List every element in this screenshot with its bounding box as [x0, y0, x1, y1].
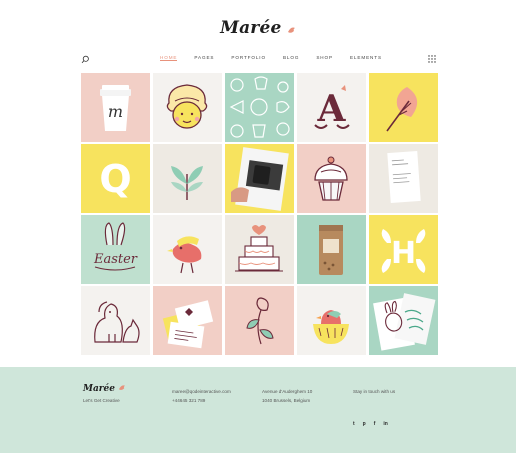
bird-wave-illustration	[167, 236, 202, 274]
main-navigation: HOME PAGES PORTFOLIO BLOG SHOP ELEMENTS	[0, 54, 516, 66]
letter-a-glyph: A	[317, 88, 347, 130]
footer-social-heading: Stay in touch with us	[353, 389, 396, 394]
cupcake-illustration	[314, 156, 348, 201]
footer-phone[interactable]: +44645 321 789	[172, 396, 231, 405]
letter-q-illustration: Q	[99, 157, 131, 201]
coffee-bag-illustration	[319, 225, 343, 275]
footer-address: Avenue d'Auderghem 10 1040 Brussels, Bel…	[262, 387, 312, 405]
pinterest-icon[interactable]: p	[363, 421, 366, 427]
menu-item-portfolio[interactable]: PORTFOLIO	[231, 55, 266, 61]
gallery-tile-coffee-bag[interactable]	[297, 215, 366, 284]
gallery-tile-plant[interactable]	[153, 144, 222, 213]
coffee-cup-illustration: m	[100, 85, 131, 131]
menu-item-shop[interactable]: SHOP	[316, 55, 333, 61]
gallery-tile-leaf[interactable]	[369, 73, 438, 142]
leaf-illustration	[386, 87, 418, 132]
menu-item-pages[interactable]: PAGES	[194, 55, 214, 61]
photo-mug-illustration	[231, 147, 289, 211]
footer-address-line1: Avenue d'Auderghem 10	[262, 389, 313, 394]
letter-h-glyph: H	[391, 236, 416, 271]
gallery-tile-flower-line[interactable]	[225, 286, 294, 355]
facebook-icon[interactable]: f	[374, 421, 376, 427]
gallery-tile-letter-h[interactable]: H	[369, 215, 438, 284]
easter-text: Easter	[93, 252, 138, 267]
menu-item-elements[interactable]: ELEMENTS	[350, 55, 382, 61]
shell-icon	[287, 27, 295, 33]
wedding-cake-illustration	[235, 225, 283, 272]
menu-item-home[interactable]: HOME	[160, 55, 178, 61]
site-footer: Marée Let's Get Creative maree@qodeinter…	[0, 367, 516, 453]
gallery-tile-cupcake[interactable]	[297, 144, 366, 213]
footer-logo[interactable]: Marée	[83, 384, 126, 394]
cup-letter: m	[108, 102, 123, 121]
gallery-tile-bunny-card[interactable]	[369, 286, 438, 355]
footer-social-title: Stay in touch with us	[353, 387, 395, 396]
linkedin-icon[interactable]: in	[383, 421, 387, 427]
menu: HOME PAGES PORTFOLIO BLOG SHOP ELEMENTS	[160, 55, 399, 61]
portfolio-gallery: m A Q Easter H	[81, 73, 438, 355]
gallery-tile-bird-cup[interactable]	[297, 286, 366, 355]
gallery-tile-letter-q[interactable]: Q	[81, 144, 150, 213]
easter-bunny-illustration: Easter	[93, 222, 138, 271]
footer-tagline: Let's Get Creative	[83, 398, 120, 403]
menu-item-blog[interactable]: BLOG	[283, 55, 299, 61]
gallery-tile-girl-face[interactable]	[153, 73, 222, 142]
business-card-illustration	[387, 151, 421, 203]
letter-h-illustration: H	[381, 229, 426, 273]
gallery-tile-letter-a[interactable]: A	[297, 73, 366, 142]
plant-illustration	[171, 166, 203, 200]
gallery-tile-photo-mug[interactable]	[225, 144, 294, 213]
letter-q-glyph: Q	[99, 157, 131, 201]
sweets-pattern-illustration	[229, 76, 290, 138]
search-icon[interactable]	[81, 55, 90, 64]
gallery-tile-dog-cat[interactable]	[81, 286, 150, 355]
gallery-tile-pattern-sweets[interactable]	[225, 73, 294, 142]
footer-email[interactable]: maree@qodeinteractive.com	[172, 387, 231, 396]
girl-face-illustration	[166, 84, 208, 129]
footer-logo-text: Marée	[83, 384, 115, 394]
letter-a-illustration: A	[314, 85, 350, 130]
logo-text: Marée	[220, 18, 282, 38]
bird-cup-illustration	[313, 310, 349, 344]
site-logo[interactable]: Marée	[0, 18, 516, 38]
grid-icon[interactable]	[428, 55, 436, 63]
gallery-tile-coffee-cup[interactable]: m	[81, 73, 150, 142]
gallery-tile-easter-bunny[interactable]: Easter	[81, 215, 150, 284]
footer-contact: maree@qodeinteractive.com +44645 321 789	[172, 387, 231, 405]
bunny-card-illustration	[373, 293, 436, 351]
gallery-tile-cards-stack[interactable]	[153, 286, 222, 355]
cards-stack-illustration	[162, 300, 214, 349]
footer-address-line2: 1040 Brussels, Belgium	[262, 398, 311, 403]
gallery-tile-wedding-cake[interactable]	[225, 215, 294, 284]
flower-line-illustration	[246, 297, 274, 345]
shell-icon	[119, 385, 126, 390]
twitter-icon[interactable]: t	[353, 421, 355, 427]
gallery-tile-bird-wave[interactable]	[153, 215, 222, 284]
gallery-tile-business-card[interactable]	[369, 144, 438, 213]
footer-social-links: t p f in	[353, 421, 388, 427]
dog-cat-illustration	[94, 301, 140, 343]
